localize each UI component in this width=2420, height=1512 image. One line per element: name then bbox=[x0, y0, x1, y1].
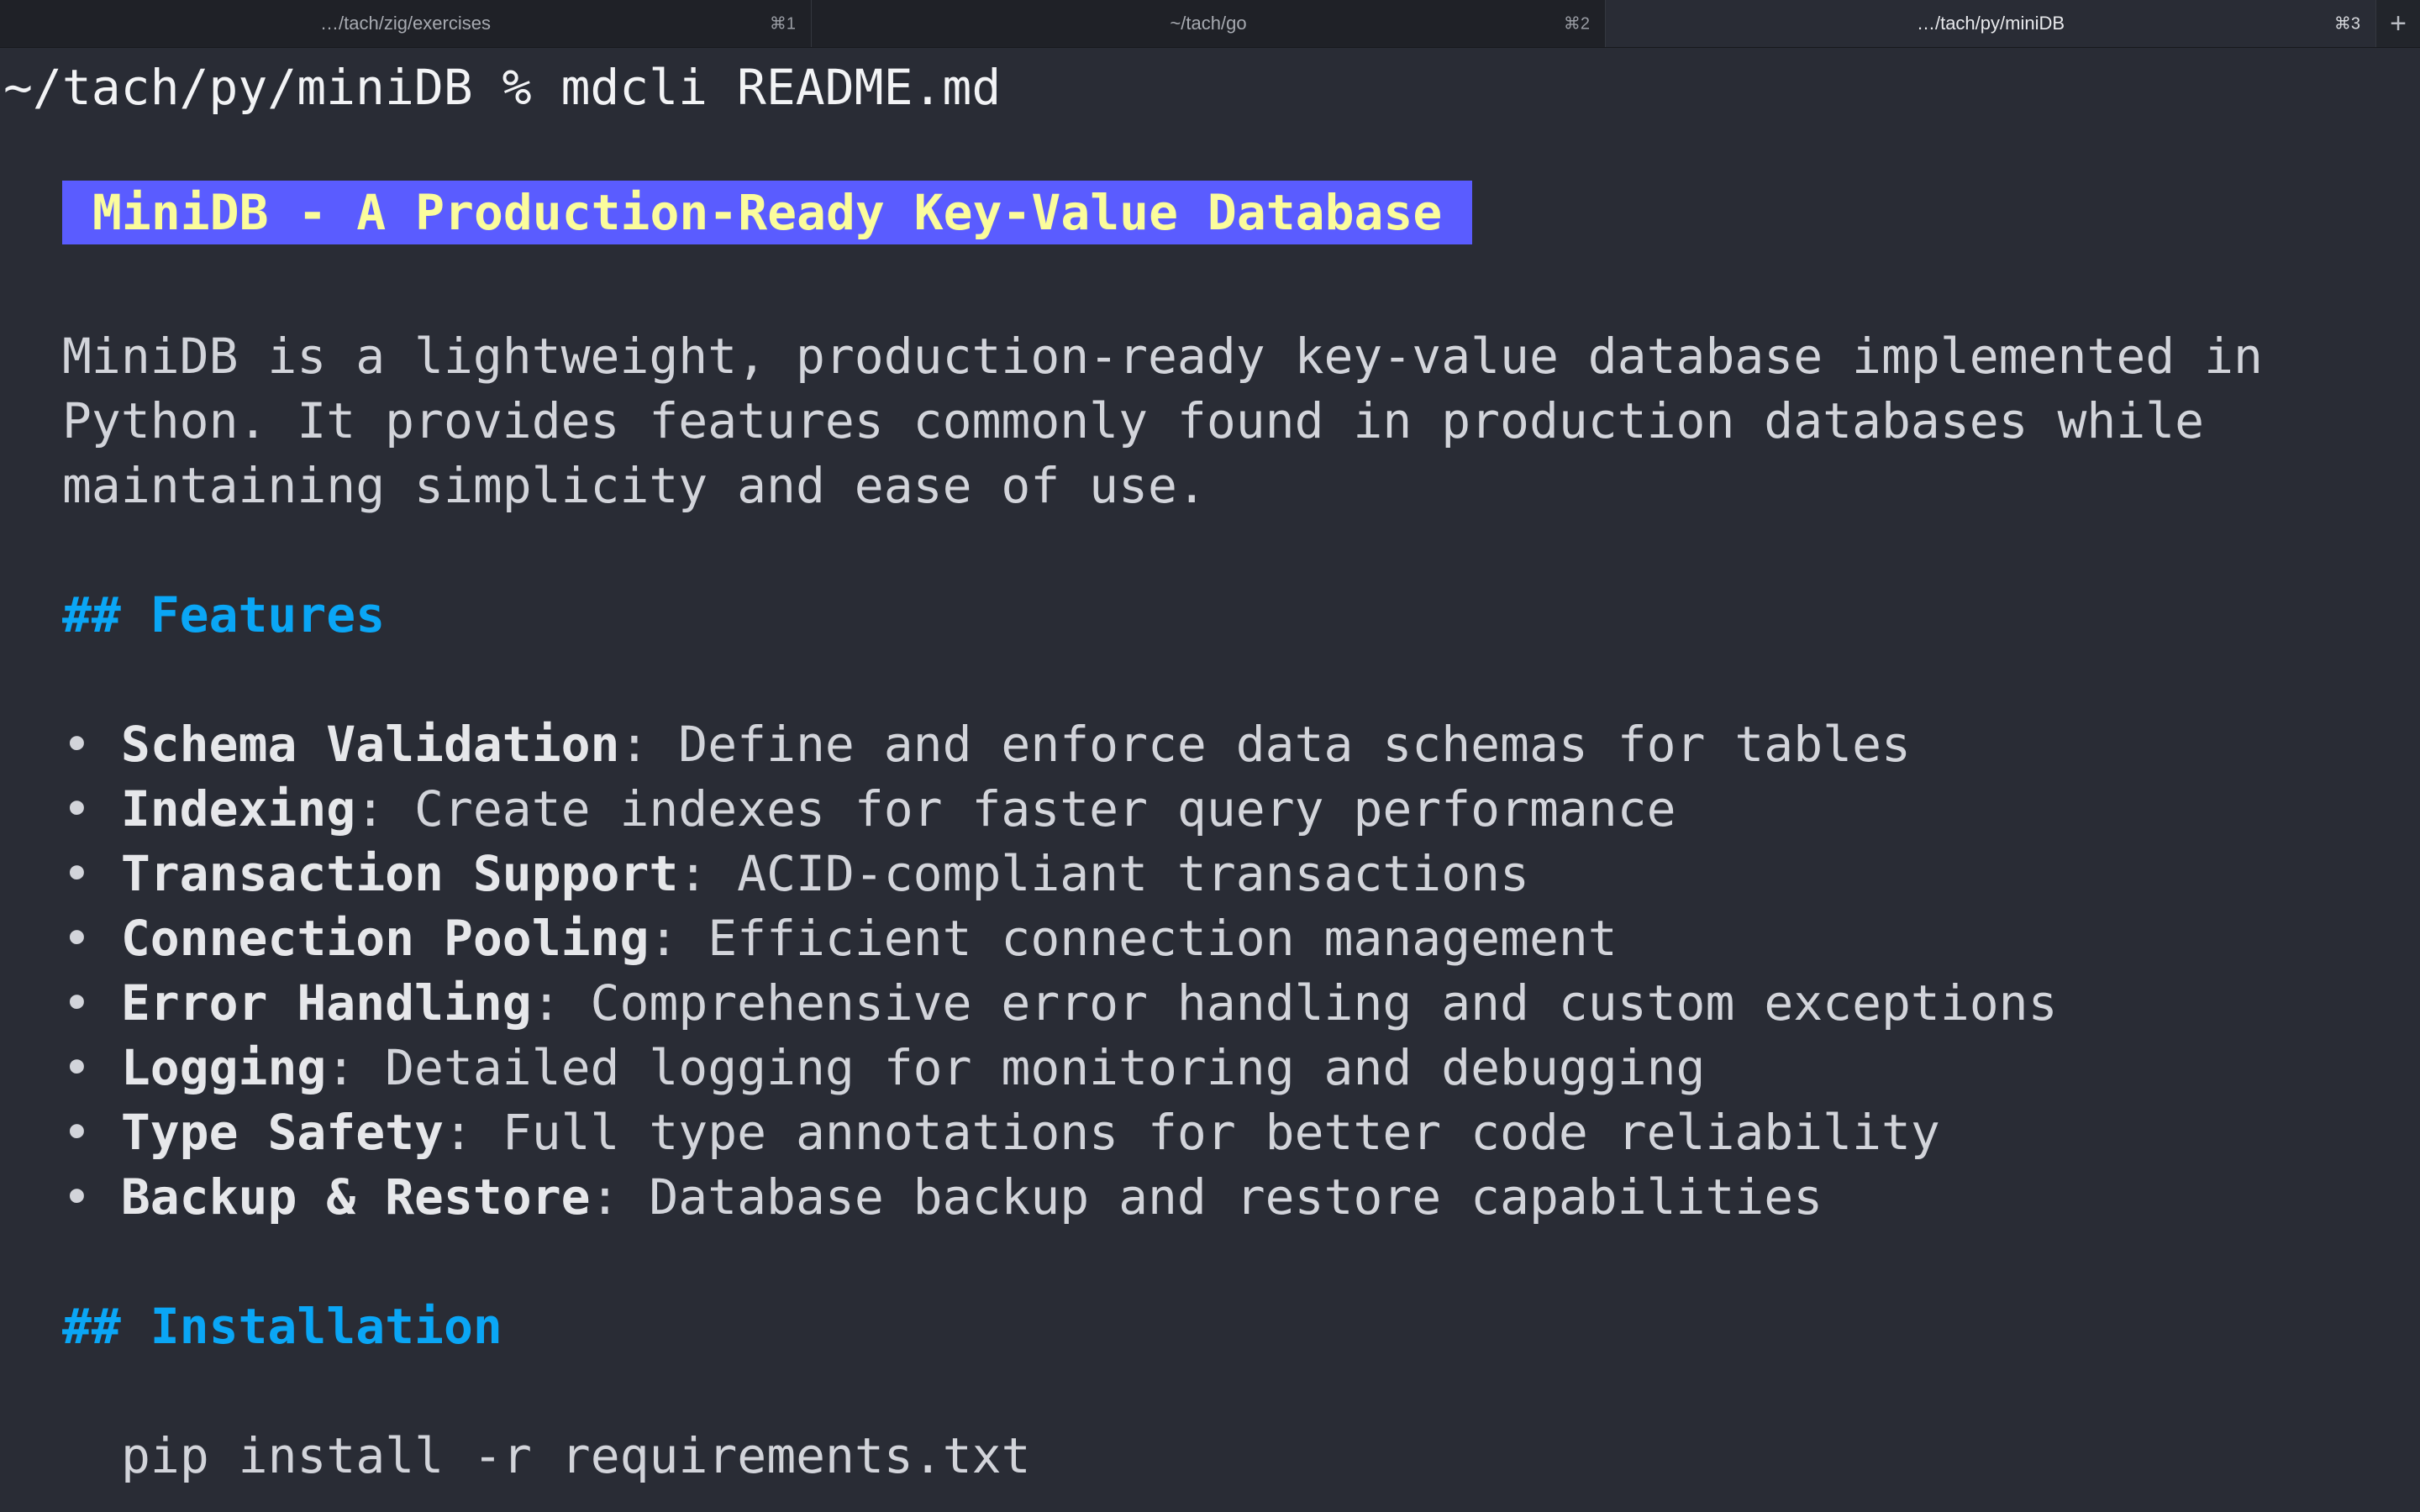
tab-shortcut: ⌘2 bbox=[1563, 14, 1590, 34]
tab-go[interactable]: ~/tach/go ⌘2 bbox=[812, 0, 1606, 47]
feature-desc: : Comprehensive error handling and custo… bbox=[531, 974, 2058, 1032]
bullet-icon: • bbox=[62, 845, 121, 902]
bullet-icon: • bbox=[62, 910, 121, 967]
intro-line: MiniDB is a lightweight, production-read… bbox=[62, 328, 2263, 385]
tab-shortcut: ⌘1 bbox=[769, 14, 796, 34]
feature-item: • Indexing: Create indexes for faster qu… bbox=[62, 777, 1676, 842]
feature-desc: : Database backup and restore capabiliti… bbox=[590, 1168, 1823, 1226]
feature-desc: : Efficient connection management bbox=[649, 910, 1618, 967]
feature-desc: : Create indexes for faster query perfor… bbox=[355, 780, 1676, 837]
tab-label: …/tach/py/miniDB bbox=[1916, 13, 2065, 34]
feature-name: Connection Pooling bbox=[120, 910, 650, 967]
bullet-icon: • bbox=[62, 1168, 121, 1226]
feature-name: Error Handling bbox=[120, 974, 532, 1032]
feature-desc: : ACID-compliant transactions bbox=[678, 845, 1529, 902]
feature-item: • Type Safety: Full type annotations for… bbox=[62, 1100, 1940, 1165]
feature-name: Transaction Support bbox=[120, 845, 679, 902]
feature-desc: : Define and enforce data schemas for ta… bbox=[619, 716, 1911, 773]
feature-item: • Schema Validation: Define and enforce … bbox=[62, 712, 1911, 777]
feature-desc: : Full type annotations for better code … bbox=[443, 1104, 1940, 1161]
feature-item: • Transaction Support: ACID-compliant tr… bbox=[62, 842, 1529, 906]
feature-item: • Connection Pooling: Efficient connecti… bbox=[62, 906, 1618, 971]
bullet-icon: • bbox=[62, 1039, 121, 1096]
tab-label: ~/tach/go bbox=[1170, 13, 1247, 34]
install-command: pip install -r requirements.txt bbox=[121, 1427, 1031, 1484]
feature-name: Logging bbox=[120, 1039, 327, 1096]
feature-item: • Backup & Restore: Database backup and … bbox=[62, 1165, 1823, 1230]
bullet-icon: • bbox=[62, 716, 121, 773]
tab-shortcut: ⌘3 bbox=[2333, 14, 2360, 34]
feature-name: Type Safety bbox=[120, 1104, 444, 1161]
feature-name: Indexing bbox=[120, 780, 356, 837]
tab-minidb-active[interactable]: …/tach/py/miniDB ⌘3 bbox=[1606, 0, 2376, 47]
intro-line: maintaining simplicity and ease of use. bbox=[62, 457, 1207, 514]
feature-name: Backup & Restore bbox=[120, 1168, 591, 1226]
feature-item: • Error Handling: Comprehensive error ha… bbox=[62, 971, 2058, 1036]
tab-zig-exercises[interactable]: …/tach/zig/exercises ⌘1 bbox=[0, 0, 812, 47]
readme-title: MiniDB - A Production-Ready Key-Value Da… bbox=[62, 181, 1473, 244]
bullet-icon: • bbox=[62, 1104, 121, 1161]
intro-line: Python. It provides features commonly fo… bbox=[62, 392, 2205, 449]
feature-desc: : Detailed logging for monitoring and de… bbox=[326, 1039, 1706, 1096]
shell-prompt: ~/tach/py/miniDB % mdcli README.md bbox=[3, 59, 1002, 116]
tab-bar: …/tach/zig/exercises ⌘1 ~/tach/go ⌘2 …/t… bbox=[0, 0, 2420, 48]
bullet-icon: • bbox=[62, 974, 121, 1032]
feature-item: • Logging: Detailed logging for monitori… bbox=[62, 1036, 1705, 1100]
installation-heading: ## Installation bbox=[62, 1298, 502, 1355]
bullet-icon: • bbox=[62, 780, 121, 837]
new-tab-button[interactable]: + bbox=[2376, 0, 2420, 47]
tab-label: …/tach/zig/exercises bbox=[320, 13, 491, 34]
features-heading: ## Features bbox=[62, 586, 386, 643]
plus-icon: + bbox=[2390, 7, 2407, 39]
terminal-output[interactable]: ~/tach/py/miniDB % mdcli README.md MiniD… bbox=[0, 47, 2420, 1512]
feature-name: Schema Validation bbox=[120, 716, 620, 773]
